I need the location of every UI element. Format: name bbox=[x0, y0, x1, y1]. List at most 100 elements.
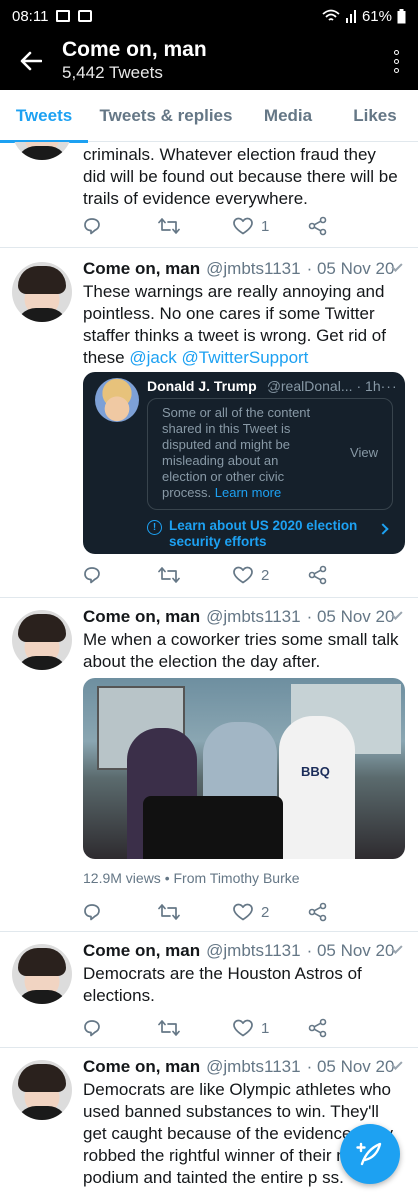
like-count: 1 bbox=[261, 1019, 270, 1037]
tab-tweets-and-replies[interactable]: Tweets & replies bbox=[88, 90, 244, 142]
avatar[interactable] bbox=[12, 1060, 72, 1120]
tweet-actions: 2 bbox=[83, 900, 383, 924]
tweet-handle: @jmbts1131 bbox=[206, 607, 301, 626]
share-button[interactable] bbox=[308, 565, 383, 585]
video-scene-microphones bbox=[143, 796, 283, 859]
back-arrow-icon bbox=[20, 51, 42, 71]
quoted-tweet-card[interactable]: Donald J. Trump @realDonal... · 1h ··· S… bbox=[83, 372, 405, 554]
retweet-button[interactable] bbox=[158, 903, 233, 921]
like-count: 2 bbox=[261, 903, 270, 921]
tweet-actions: 2 bbox=[83, 563, 383, 587]
tweet-handle: @jmbts1131 bbox=[206, 259, 301, 278]
tweet-date: · 05 Nov 20 bbox=[306, 1057, 395, 1076]
tweet-text: These warnings are really annoying and p… bbox=[83, 281, 403, 369]
tweet-item[interactable]: Come on, man @jmbts1131 · 05 Nov 20 Thes… bbox=[0, 248, 418, 598]
video-scene-person bbox=[279, 716, 355, 859]
like-button[interactable]: 1 bbox=[233, 217, 308, 235]
share-button[interactable] bbox=[308, 902, 383, 922]
battery-percent: 61% bbox=[361, 7, 392, 25]
more-horiz-icon[interactable]: ··· bbox=[381, 378, 398, 394]
reply-button[interactable] bbox=[83, 217, 158, 235]
video-shirt-text: BBQ bbox=[301, 764, 330, 779]
avatar[interactable] bbox=[12, 142, 72, 160]
share-icon bbox=[308, 1018, 327, 1038]
tweet-actions: 1 bbox=[83, 214, 383, 238]
view-button[interactable]: View bbox=[350, 445, 378, 460]
tweet-date: · 05 Nov 20 bbox=[306, 259, 395, 278]
tweet-item[interactable]: Come on, man @jmbts1131 · 05 Nov 20 Demo… bbox=[0, 932, 418, 1048]
like-icon bbox=[233, 903, 253, 921]
avatar[interactable] bbox=[12, 944, 72, 1004]
share-icon bbox=[308, 565, 327, 585]
gallery-icon bbox=[78, 10, 93, 22]
tweet-author-name[interactable]: Come on, man bbox=[83, 941, 200, 961]
share-icon bbox=[308, 902, 327, 922]
retweet-button[interactable] bbox=[158, 1019, 233, 1037]
tab-likes[interactable]: Likes bbox=[332, 90, 418, 142]
compose-icon bbox=[356, 1142, 382, 1166]
share-button[interactable] bbox=[308, 1018, 383, 1038]
reply-icon bbox=[84, 567, 100, 584]
disputed-notice[interactable]: Some or all of the content shared in thi… bbox=[147, 398, 393, 510]
election-info-link[interactable]: ! Learn about US 2020 election security … bbox=[147, 518, 377, 550]
avatar[interactable] bbox=[12, 262, 72, 322]
status-bar: 08:11 61% bbox=[0, 0, 418, 32]
compose-tweet-button[interactable] bbox=[340, 1124, 400, 1184]
like-icon bbox=[233, 566, 253, 584]
reply-button[interactable] bbox=[83, 1019, 158, 1037]
mention-link[interactable]: @jack bbox=[129, 348, 177, 367]
video-media[interactable]: BBQ bbox=[83, 678, 405, 859]
like-button[interactable]: 2 bbox=[233, 566, 308, 584]
like-button[interactable]: 1 bbox=[233, 1019, 308, 1037]
like-count: 1 bbox=[261, 217, 270, 235]
tweet-author-name[interactable]: Come on, man bbox=[83, 1057, 200, 1077]
back-button[interactable] bbox=[0, 32, 62, 90]
tweet-text: Democrats are the Houston Astros of elec… bbox=[83, 964, 362, 1005]
like-button[interactable]: 2 bbox=[233, 903, 308, 921]
reply-icon bbox=[84, 1020, 100, 1037]
signal-icon bbox=[345, 10, 356, 23]
reply-button[interactable] bbox=[83, 903, 158, 921]
profile-header: Come on, man 5,442 Tweets bbox=[0, 32, 418, 90]
tweet-header: Come on, man @jmbts1131 · 05 Nov 20 bbox=[83, 940, 406, 962]
avatar[interactable] bbox=[12, 610, 72, 670]
tweet-header: Come on, man @jmbts1131 · 05 Nov 20 bbox=[83, 258, 406, 280]
share-icon bbox=[308, 216, 327, 236]
tweet-author-name[interactable]: Come on, man bbox=[83, 607, 200, 627]
tab-tweets[interactable]: Tweets bbox=[0, 90, 88, 143]
tweet-text: Me when a coworker tries some small talk… bbox=[83, 630, 399, 671]
retweet-button[interactable] bbox=[158, 566, 233, 584]
share-button[interactable] bbox=[308, 216, 383, 236]
notice-text: Some or all of the content shared in thi… bbox=[162, 405, 312, 501]
wifi-icon bbox=[322, 9, 340, 21]
quoted-avatar bbox=[95, 378, 139, 422]
tab-media[interactable]: Media bbox=[244, 90, 332, 142]
tweet-actions: 1 bbox=[83, 1016, 383, 1040]
tweet-count: 5,442 Tweets bbox=[62, 63, 163, 82]
tweet-item[interactable]: Come on, man @jmbts1131 · 05 Nov 20 Me w… bbox=[0, 598, 418, 932]
reply-icon bbox=[84, 904, 100, 921]
tweet-author-name[interactable]: Come on, man bbox=[83, 259, 200, 279]
election-info-label: Learn about US 2020 election security ef… bbox=[169, 518, 358, 549]
mail-icon bbox=[56, 10, 71, 22]
tweet-handle: @jmbts1131 bbox=[206, 1057, 301, 1076]
tweet-feed: criminals. Whatever election fraud they … bbox=[0, 142, 418, 1200]
quoted-author-name: Donald J. Trump bbox=[147, 378, 257, 394]
info-icon: ! bbox=[147, 520, 162, 535]
tweet-item[interactable]: criminals. Whatever election fraud they … bbox=[0, 142, 418, 248]
profile-tabs: Tweets Tweets & replies Media Likes bbox=[0, 90, 418, 143]
more-vert-icon[interactable] bbox=[374, 32, 418, 90]
retweet-icon bbox=[158, 904, 180, 920]
mention-link[interactable]: @TwitterSupport bbox=[182, 348, 309, 367]
status-time: 08:11 bbox=[12, 7, 49, 25]
reply-button[interactable] bbox=[83, 566, 158, 584]
learn-more-link[interactable]: Learn more bbox=[215, 485, 281, 500]
tweet-date: · 05 Nov 20 bbox=[306, 607, 395, 626]
retweet-icon bbox=[158, 567, 180, 583]
retweet-button[interactable] bbox=[158, 217, 233, 235]
like-icon bbox=[233, 217, 253, 235]
chevron-right-icon bbox=[377, 523, 389, 535]
retweet-icon bbox=[158, 218, 180, 234]
tweet-text: criminals. Whatever election fraud they … bbox=[83, 145, 398, 208]
tweet-header: Come on, man @jmbts1131 · 05 Nov 20 bbox=[83, 1056, 406, 1078]
